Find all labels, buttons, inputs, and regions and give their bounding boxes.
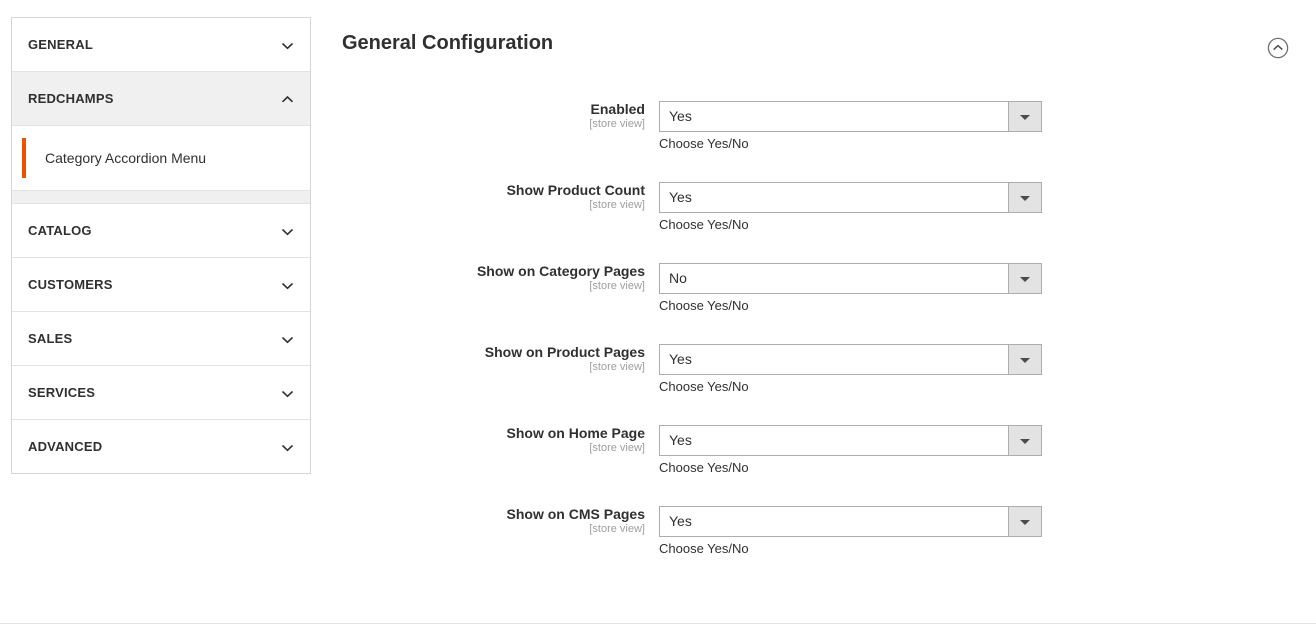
field-label: Show on Category Pages — [476, 263, 645, 279]
sidebar-section-title: CUSTOMERS — [28, 277, 113, 292]
config-sidebar: GENERAL REDCHAMPS Category Accordion Men… — [11, 17, 311, 474]
select-value: Yes — [669, 108, 692, 124]
field-label-group: Show Product Count [store view] — [342, 182, 645, 212]
field-label-group: Show on Product Pages [store view] — [342, 344, 645, 374]
select-enabled[interactable]: Yes — [659, 101, 1042, 132]
chevron-down-icon — [281, 387, 294, 400]
select-value: Yes — [669, 351, 692, 367]
sidebar-section-title: GENERAL — [28, 37, 93, 52]
field-row-show-product-count: Show Product Count [store view] Yes Choo… — [342, 143, 1316, 232]
sidebar-section-title: ADVANCED — [28, 439, 103, 454]
select-show-product-count[interactable]: Yes — [659, 182, 1042, 213]
circle-chevron-up-icon[interactable] — [1267, 37, 1289, 59]
select-value: Yes — [669, 432, 692, 448]
chevron-down-icon — [281, 333, 294, 346]
sidebar-section-redchamps: REDCHAMPS Category Accordion Menu — [12, 72, 310, 204]
select-value: No — [669, 270, 687, 286]
field-label: Enabled — [590, 101, 645, 117]
chevron-down-icon[interactable] — [1008, 507, 1041, 536]
chevron-down-icon[interactable] — [1008, 426, 1041, 455]
field-scope: [store view] — [589, 361, 645, 373]
config-page: GENERAL REDCHAMPS Category Accordion Men… — [0, 0, 1316, 632]
field-row-show-on-cms-pages: Show on CMS Pages [store view] Yes Choos… — [342, 467, 1316, 556]
chevron-down-icon[interactable] — [1008, 264, 1041, 293]
field-scope: [store view] — [589, 442, 645, 454]
select-show-on-home-page[interactable]: Yes — [659, 425, 1042, 456]
sidebar-section-general: GENERAL — [12, 18, 310, 72]
sidebar-section-title: CATALOG — [28, 223, 92, 238]
field-scope: [store view] — [589, 118, 645, 130]
page-title: General Configuration — [342, 32, 554, 54]
field-control: Yes — [659, 182, 1042, 213]
field-note: Choose Yes/No — [659, 541, 749, 556]
sidebar-section-header-redchamps[interactable]: REDCHAMPS — [12, 72, 310, 125]
chevron-down-icon — [281, 39, 294, 52]
field-scope: [store view] — [589, 280, 645, 292]
sidebar-section-header-sales[interactable]: SALES — [12, 312, 310, 365]
sidebar-section-title: SERVICES — [28, 385, 96, 400]
field-scope: [store view] — [589, 199, 645, 211]
field-row-enabled: Enabled [store view] Yes Choose Yes/No — [342, 62, 1316, 151]
chevron-down-icon — [281, 441, 294, 454]
field-label-group: Enabled [store view] — [342, 101, 645, 131]
field-label: Show Product Count — [506, 182, 645, 198]
field-label: Show on CMS Pages — [506, 506, 645, 522]
select-show-on-product-pages[interactable]: Yes — [659, 344, 1042, 375]
sidebar-item-category-accordion-menu[interactable]: Category Accordion Menu — [12, 126, 310, 190]
field-label: Show on Product Pages — [484, 344, 645, 360]
field-control: Yes — [659, 425, 1042, 456]
chevron-down-icon — [281, 225, 294, 238]
sidebar-section-header-catalog[interactable]: CATALOG — [12, 204, 310, 257]
chevron-down-icon[interactable] — [1008, 102, 1041, 131]
sidebar-section-header-customers[interactable]: CUSTOMERS — [12, 258, 310, 311]
field-label: Show on Home Page — [506, 425, 645, 441]
chevron-down-icon — [281, 279, 294, 292]
config-content: General Configuration Enabled [store vie… — [342, 0, 1316, 632]
field-control: Yes — [659, 101, 1042, 132]
select-show-on-cms-pages[interactable]: Yes — [659, 506, 1042, 537]
field-row-show-on-category-pages: Show on Category Pages [store view] No C… — [342, 224, 1316, 313]
sidebar-section-advanced: ADVANCED — [12, 420, 310, 473]
sidebar-section-spacer — [12, 191, 310, 203]
sidebar-section-body-redchamps: Category Accordion Menu — [12, 125, 310, 191]
field-label-group: Show on Category Pages [store view] — [342, 263, 645, 293]
footer-divider — [0, 623, 1316, 624]
field-control: Yes — [659, 506, 1042, 537]
field-label-group: Show on CMS Pages [store view] — [342, 506, 645, 536]
field-row-show-on-home-page: Show on Home Page [store view] Yes Choos… — [342, 386, 1316, 475]
field-scope: [store view] — [589, 523, 645, 535]
sidebar-section-services: SERVICES — [12, 366, 310, 420]
sidebar-section-title: SALES — [28, 331, 73, 346]
sidebar-section-title: REDCHAMPS — [28, 91, 114, 106]
section-header: General Configuration — [342, 0, 1316, 62]
sidebar-section-header-general[interactable]: GENERAL — [12, 18, 310, 71]
sidebar-section-header-advanced[interactable]: ADVANCED — [12, 420, 310, 473]
sidebar-section-sales: SALES — [12, 312, 310, 366]
sidebar-item-label: Category Accordion Menu — [45, 149, 207, 166]
config-fieldset: Enabled [store view] Yes Choose Yes/No S… — [342, 62, 1316, 556]
field-row-show-on-product-pages: Show on Product Pages [store view] Yes C… — [342, 305, 1316, 394]
sidebar-section-header-services[interactable]: SERVICES — [12, 366, 310, 419]
chevron-up-icon — [281, 93, 294, 106]
chevron-down-icon[interactable] — [1008, 183, 1041, 212]
field-label-group: Show on Home Page [store view] — [342, 425, 645, 455]
field-control: No — [659, 263, 1042, 294]
select-show-on-category-pages[interactable]: No — [659, 263, 1042, 294]
field-control: Yes — [659, 344, 1042, 375]
chevron-down-icon[interactable] — [1008, 345, 1041, 374]
select-value: Yes — [669, 513, 692, 529]
sidebar-section-customers: CUSTOMERS — [12, 258, 310, 312]
sidebar-section-catalog: CATALOG — [12, 204, 310, 258]
select-value: Yes — [669, 189, 692, 205]
